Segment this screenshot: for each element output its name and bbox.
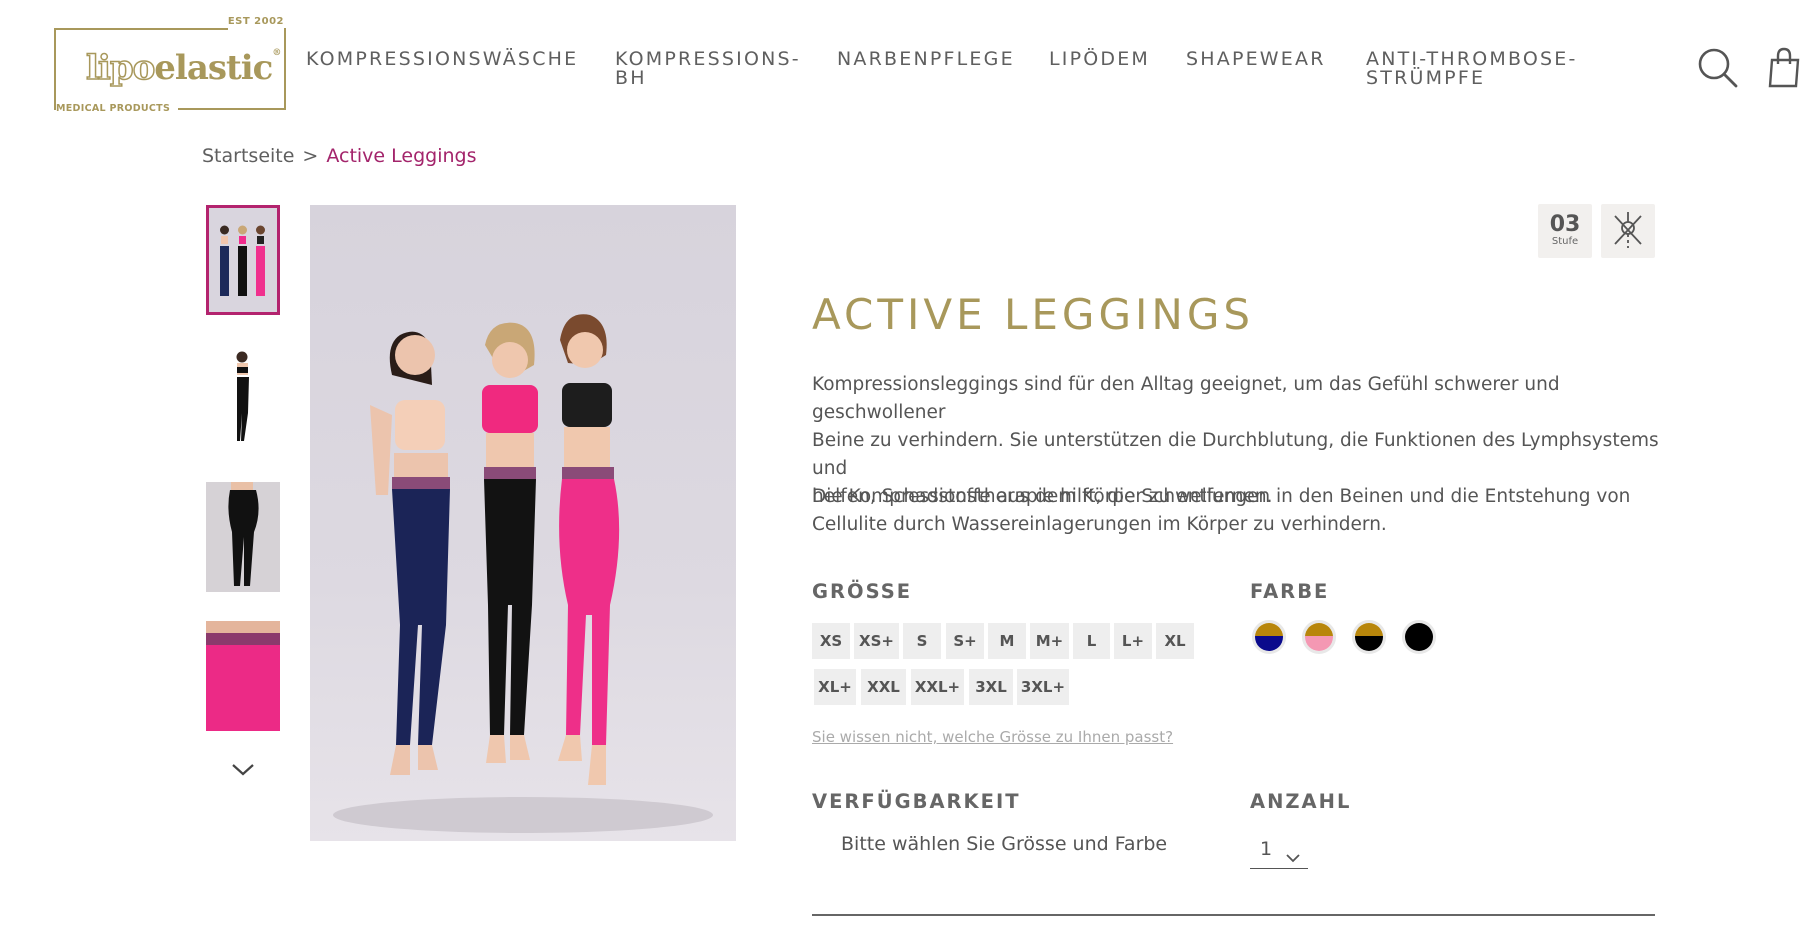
product-description-line: Kompressionsleggings sind für den Alltag… [812,374,1560,423]
gallery-thumbnail[interactable] [206,621,280,731]
size-guide-link[interactable]: Sie wissen nicht, welche Grösse zu Ihnen… [812,728,1173,746]
shopping-bag-icon[interactable] [1764,46,1800,90]
gallery-thumbnail[interactable] [206,482,280,592]
logo-wordmark: lipoelastic® [85,47,281,89]
nav-kompressionswaesche[interactable]: KOMPRESSIONSWÄSCHE [306,50,578,69]
size-option-xs[interactable]: XS [812,623,850,659]
compression-level-badge: 03 Stufe [1538,204,1592,258]
breadcrumb-home[interactable]: Startseite [202,145,294,167]
size-option-xl-plus[interactable]: XL+ [814,669,856,705]
availability-text: Bitte wählen Sie Grösse und Farbe [841,833,1168,855]
product-title: ACTIVE LEGGINGS [812,290,1255,339]
swatch-top [1355,623,1383,637]
product-description-line: Cellulite durch Wassereinlagerungen im K… [812,514,1387,535]
color-heading: FARBE [1250,580,1330,603]
nav-narbenpflege[interactable]: NARBENPFLEGE [837,50,1015,69]
breadcrumb-current: Active Leggings [326,145,477,167]
search-icon[interactable] [1696,46,1740,90]
logo-subtitle: MEDICAL PRODUCTS [56,103,179,114]
swatch-top [1405,623,1433,637]
swatch-top [1305,623,1333,637]
gallery-thumbnail[interactable] [206,343,280,453]
quantity-select[interactable]: 1 [1250,836,1308,869]
brand-logo[interactable]: EST 2002 lipoelastic® MEDICAL PRODUCTS [54,16,286,114]
logo-word-bold: elastic [154,48,273,88]
size-option-xl[interactable]: XL [1156,623,1194,659]
compression-level-label: Stufe [1551,236,1579,247]
swatch-bottom [1255,636,1283,651]
breadcrumb: Startseite > Active Leggings [202,145,477,167]
logo-registered: ® [272,48,281,58]
swatch-top [1255,623,1283,637]
size-option-s-plus[interactable]: S+ [946,623,984,659]
size-option-3xl[interactable]: 3XL [969,669,1013,705]
care-badge [1601,204,1655,258]
nav-label-line2: BH [615,67,647,89]
breadcrumb-separator: > [302,145,319,167]
color-swatch-gold-black[interactable] [1352,620,1386,654]
logo-word-light: lipo [85,47,156,89]
logo-top-rule [56,28,228,30]
nav-shapewear[interactable]: SHAPEWEAR [1186,50,1326,69]
color-swatch-gold-navy[interactable] [1252,620,1286,654]
product-description-line: Beine zu verhindern. Sie unterstützen di… [812,430,1659,479]
nav-anti-thrombose-struempfe[interactable]: ANTI-THROMBOSE- STRÜMPFE [1366,50,1578,88]
color-swatch-gold-pink[interactable] [1302,620,1336,654]
size-heading: GRÖSSE [812,580,913,603]
nav-label: NARBENPFLEGE [837,48,1015,70]
product-description-line: Die Kompressionstherapie hilft, die Schw… [812,486,1631,507]
chevron-down-icon[interactable] [230,760,256,778]
quantity-value: 1 [1260,838,1273,860]
swatch-bottom [1405,636,1433,651]
logo-est: EST 2002 [227,16,284,27]
color-swatch-black[interactable] [1402,620,1436,654]
section-divider [812,914,1655,916]
quantity-heading: ANZAHL [1250,790,1352,813]
product-main-image[interactable] [310,205,736,841]
compression-level-number: 03 [1549,212,1581,237]
size-option-s[interactable]: S [903,623,941,659]
size-option-l[interactable]: L [1073,623,1110,659]
size-option-xxl[interactable]: XXL [861,669,906,705]
chevron-down-icon [1286,846,1300,863]
size-option-l-plus[interactable]: L+ [1114,623,1152,659]
no-tumble-dry-icon [1601,212,1655,262]
size-option-3xl-plus[interactable]: 3XL+ [1017,669,1069,705]
size-option-m-plus[interactable]: M+ [1030,623,1069,659]
swatch-bottom [1355,636,1383,651]
nav-label: LIPÖDEM [1049,48,1151,70]
swatch-bottom [1305,636,1333,651]
size-option-xxl-plus[interactable]: XXL+ [911,669,964,705]
nav-label: KOMPRESSIONSWÄSCHE [306,48,579,70]
gallery-thumbnail[interactable] [206,205,280,315]
availability-heading: VERFÜGBARKEIT [812,790,1021,813]
nav-kompressions-bh[interactable]: KOMPRESSIONS- BH [615,50,801,88]
nav-label: SHAPEWEAR [1186,48,1326,70]
size-option-m[interactable]: M [988,623,1026,659]
nav-lipoedem[interactable]: LIPÖDEM [1049,50,1150,69]
size-option-xs-plus[interactable]: XS+ [854,623,899,659]
product-description-2: Die Kompressionstherapie hilft, die Schw… [812,483,1662,539]
nav-label-line2: STRÜMPFE [1366,67,1486,89]
